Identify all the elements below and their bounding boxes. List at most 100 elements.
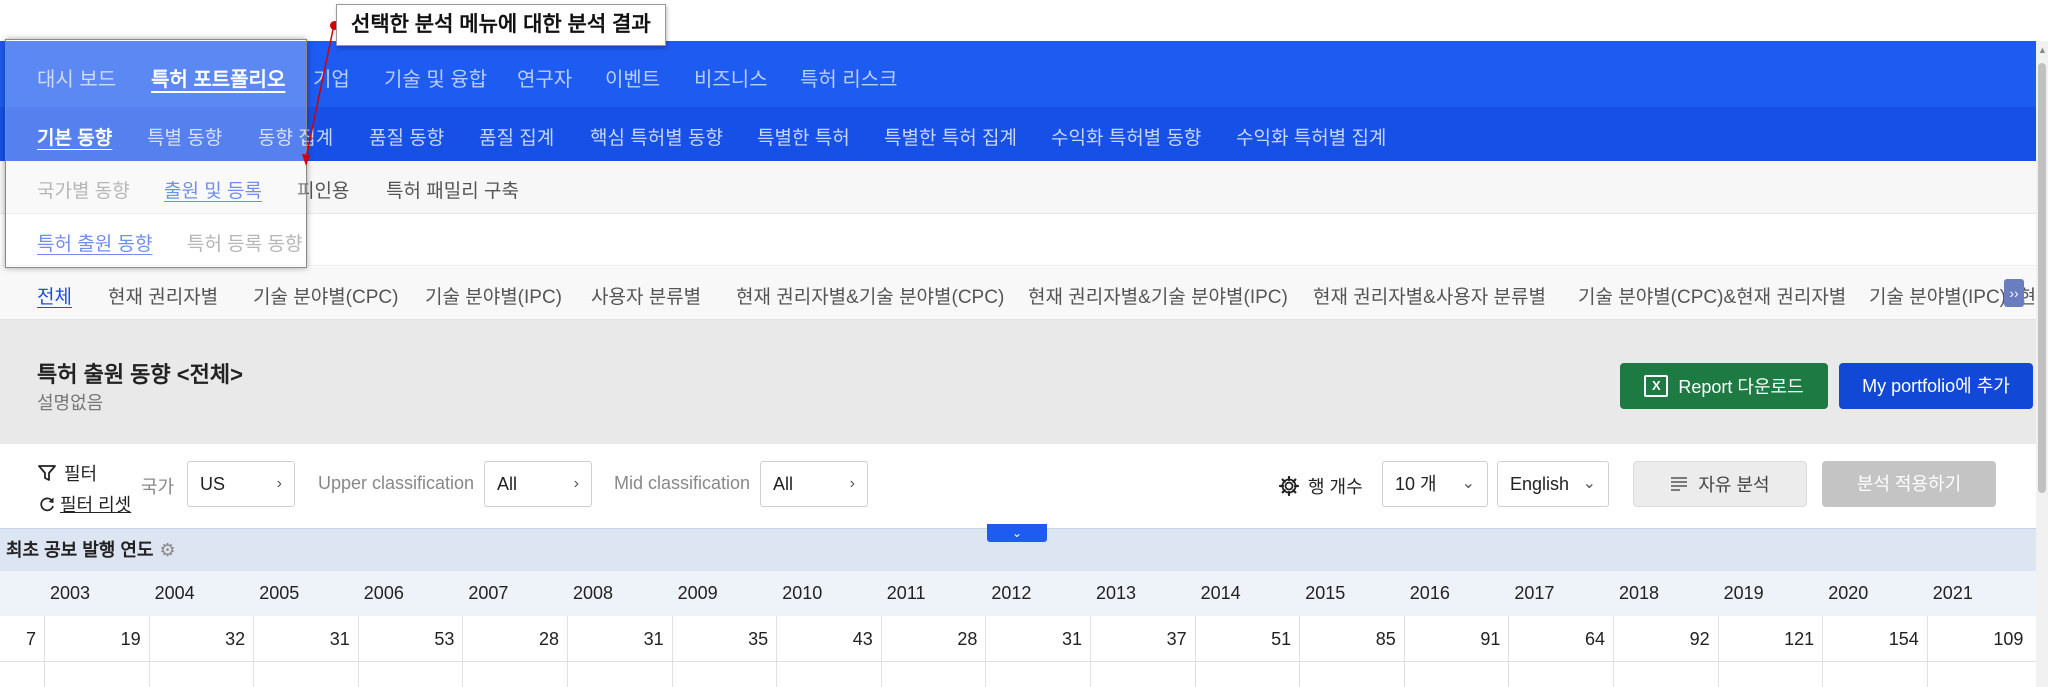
subnav-monetization-trend[interactable]: 수익화 특허별 동향 bbox=[1051, 123, 1201, 150]
filter-reset-link[interactable]: 필터 리셋 bbox=[38, 491, 131, 517]
subnav-special-patent[interactable]: 특별한 특허 bbox=[757, 123, 850, 150]
collapse-toggle[interactable]: ⌄ bbox=[987, 524, 1047, 542]
table-header-cell: 2003 bbox=[50, 583, 91, 603]
table-cell bbox=[1194, 662, 1300, 687]
gear-icon[interactable]: ⚙ bbox=[159, 540, 175, 560]
chevron-right-icon[interactable]: ›› bbox=[2004, 279, 2024, 307]
nav-tab-technology[interactable]: 기술 및 융합 bbox=[384, 63, 487, 92]
page-scrollbar[interactable]: ▲ bbox=[2036, 41, 2048, 687]
country-value: US bbox=[200, 474, 226, 494]
filter-bar: 필터 필터 리셋 국가 US › Upper classification Al… bbox=[0, 444, 2036, 528]
nav-tab-researcher[interactable]: 연구자 bbox=[517, 63, 572, 92]
language-select[interactable]: English ⌄ bbox=[1497, 461, 1609, 507]
mid-classification-select[interactable]: All › bbox=[760, 461, 868, 507]
report-download-button[interactable]: X Report 다운로드 bbox=[1620, 363, 1828, 409]
tab-holder-user-class[interactable]: 현재 권리자별&사용자 분류별 bbox=[1313, 282, 1546, 309]
table-header-cell: 2012 bbox=[991, 583, 1032, 603]
subnav-special-patent-aggregate[interactable]: 특별한 특허 집계 bbox=[884, 123, 1017, 150]
tab-holder-cpc[interactable]: 현재 권리자별&기술 분야별(CPC) bbox=[736, 282, 1004, 309]
table-cell: 154 bbox=[1822, 616, 1927, 662]
table-cell: 19 bbox=[44, 616, 149, 662]
gear-icon bbox=[1278, 475, 1300, 497]
table-cell bbox=[776, 662, 881, 687]
table-cell: 32 bbox=[148, 616, 254, 662]
table-cell: 121 bbox=[1717, 616, 1823, 662]
table-cell bbox=[567, 662, 672, 687]
table-header-cell: 2021 bbox=[1932, 583, 1973, 603]
table-cell: 92 bbox=[1613, 616, 1718, 662]
mid-classification-value: All bbox=[773, 474, 794, 494]
mid-classification-label: Mid classification bbox=[614, 473, 751, 493]
tab-cpc-holder[interactable]: 기술 분야별(CPC)&현재 권리자별 bbox=[1578, 282, 1846, 309]
table-cell: 28 bbox=[462, 616, 567, 662]
nav-tab-company[interactable]: 기업 bbox=[313, 63, 350, 92]
filter-toggle[interactable]: 필터 bbox=[38, 460, 97, 486]
tab-user-class[interactable]: 사용자 분류별 bbox=[591, 282, 701, 309]
table-header-cell: 2018 bbox=[1619, 583, 1660, 603]
nav-tab-event[interactable]: 이벤트 bbox=[605, 63, 660, 92]
table-cell: 43 bbox=[776, 616, 881, 662]
table-cell: 31 bbox=[253, 616, 358, 662]
nav-tab-patent-risk[interactable]: 특허 리스크 bbox=[800, 63, 898, 92]
tab-tech-ipc[interactable]: 기술 분야별(IPC) bbox=[425, 282, 562, 309]
table-cell bbox=[148, 662, 254, 687]
table-cell: 53 bbox=[357, 616, 463, 662]
page-title: 특허 출원 동향 <전체> bbox=[37, 362, 243, 387]
table-header-cell: 2006 bbox=[363, 583, 404, 603]
table-cell bbox=[253, 662, 358, 687]
subnav-core-patent-trend[interactable]: 핵심 특허별 동향 bbox=[590, 123, 723, 150]
row-count-value: 10 개 bbox=[1395, 474, 1437, 494]
table-cell bbox=[671, 662, 777, 687]
refresh-icon bbox=[40, 497, 54, 512]
tab-holder-ipc[interactable]: 현재 권리자별&기술 분야별(IPC) bbox=[1028, 282, 1288, 309]
analysis-header: 특허 출원 동향 <전체> 설명없음 X Report 다운로드 My port… bbox=[0, 320, 2036, 444]
row-count-setting[interactable]: 행 개수 bbox=[1278, 473, 1363, 499]
upper-classification-value: All bbox=[497, 474, 518, 494]
page-description: 설명없음 bbox=[37, 393, 104, 413]
free-analysis-button[interactable]: 자유 분석 bbox=[1633, 461, 1807, 507]
table-header-cell: 2004 bbox=[154, 583, 195, 603]
table-row bbox=[0, 662, 2036, 687]
table-header-cell: 2019 bbox=[1723, 583, 1764, 603]
table-cell bbox=[44, 662, 149, 687]
table-cell bbox=[1508, 662, 1613, 687]
language-value: English bbox=[1510, 474, 1570, 494]
nav3-patent-family[interactable]: 특허 패밀리 구축 bbox=[386, 176, 519, 203]
table-header-cell: 2011 bbox=[886, 583, 926, 603]
country-label: 국가 bbox=[141, 477, 175, 497]
table-cell bbox=[462, 662, 567, 687]
subnav-monetization-aggregate[interactable]: 수익화 특허별 집계 bbox=[1236, 123, 1386, 150]
table-cell bbox=[1822, 662, 1927, 687]
tab-current-holder[interactable]: 현재 권리자별 bbox=[108, 282, 218, 309]
subnav-quality-trend[interactable]: 품질 동향 bbox=[369, 123, 444, 150]
table-cell bbox=[0, 662, 44, 687]
table-cell: 31 bbox=[567, 616, 672, 662]
table-cell: 85 bbox=[1299, 616, 1404, 662]
category-tabs: 전체 현재 권리자별 기술 분야별(CPC) 기술 분야별(IPC) 사용자 분… bbox=[0, 267, 2036, 320]
table-cell: 37 bbox=[1090, 616, 1195, 662]
table-cell bbox=[1090, 662, 1195, 687]
nav-tab-business[interactable]: 비즈니스 bbox=[694, 63, 768, 92]
table-caption-label: 최초 공보 발행 연도 bbox=[6, 540, 154, 560]
scrollbar-thumb[interactable] bbox=[2038, 63, 2046, 493]
table-header-cell: 2009 bbox=[677, 583, 718, 603]
table-header-cell: 2017 bbox=[1514, 583, 1555, 603]
table-header-cell: 2008 bbox=[573, 583, 614, 603]
table-cell bbox=[1299, 662, 1404, 687]
filter-label: 필터 bbox=[64, 464, 98, 484]
table-cell bbox=[1717, 662, 1823, 687]
table-header-cell: 2013 bbox=[1096, 583, 1137, 603]
callout-label: 선택한 분석 메뉴에 대한 분석 결과 bbox=[336, 4, 666, 46]
subnav-quality-aggregate[interactable]: 품질 집계 bbox=[479, 123, 554, 150]
upper-classification-label: Upper classification bbox=[318, 473, 475, 493]
tab-all[interactable]: 전체 bbox=[37, 282, 72, 309]
apply-analysis-button[interactable]: 분석 적용하기 bbox=[1822, 461, 1996, 507]
tab-tech-cpc[interactable]: 기술 분야별(CPC) bbox=[253, 282, 398, 309]
table-row: 7 19 32 31 53 28 31 35 43 28 31 37 51 85 91 64 92 121 154 1… bbox=[0, 616, 2036, 662]
row-count-select[interactable]: 10 개 ⌄ bbox=[1382, 461, 1488, 507]
scroll-up-icon[interactable]: ▲ bbox=[2038, 45, 2047, 55]
add-to-portfolio-button[interactable]: My portfolio에 추가 bbox=[1839, 363, 2033, 409]
country-select[interactable]: US › bbox=[187, 461, 295, 507]
upper-classification-select[interactable]: All › bbox=[484, 461, 592, 507]
table-cell: 7 bbox=[25, 629, 36, 649]
